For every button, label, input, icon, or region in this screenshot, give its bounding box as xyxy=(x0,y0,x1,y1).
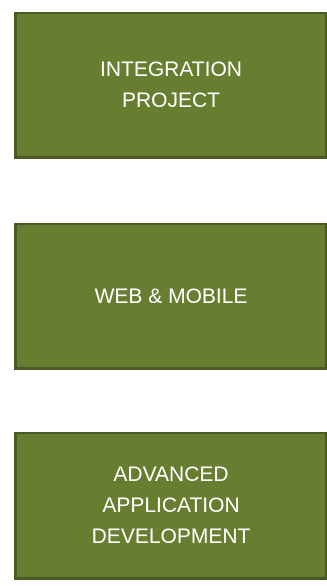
diagram-canvas: INTEGRATION PROJECT WEB & MOBILE ADVANCE… xyxy=(0,0,327,586)
box-label: INTEGRATION PROJECT xyxy=(100,54,242,116)
box-web-mobile: WEB & MOBILE xyxy=(14,223,327,370)
box-label-line: INTEGRATION xyxy=(100,58,242,81)
box-advanced-application-development: ADVANCED APPLICATION DEVELOPMENT xyxy=(14,432,327,580)
box-label: WEB & MOBILE xyxy=(95,281,248,312)
box-label-line: ADVANCED xyxy=(113,463,229,486)
box-label-line: APPLICATION xyxy=(102,494,240,517)
box-label-line: WEB & MOBILE xyxy=(94,284,248,308)
box-label-line: DEVELOPMENT xyxy=(91,525,251,548)
box-label-line: PROJECT xyxy=(121,89,220,112)
box-label: ADVANCED APPLICATION DEVELOPMENT xyxy=(92,459,251,552)
box-integration-project: INTEGRATION PROJECT xyxy=(14,12,327,159)
